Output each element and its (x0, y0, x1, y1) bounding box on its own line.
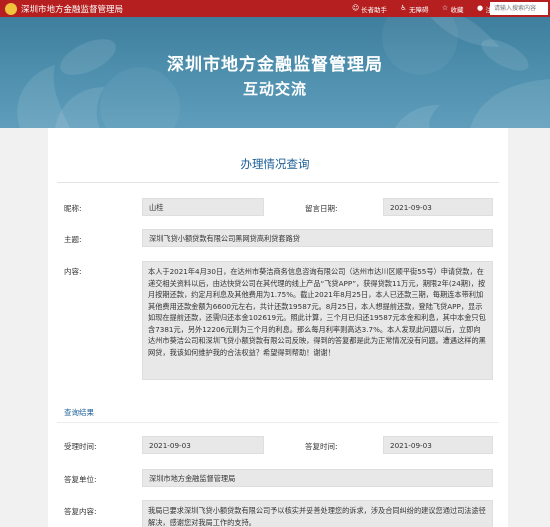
date-value: 2021-09-03 (383, 198, 493, 216)
star-icon: ☆ (441, 4, 449, 12)
site-title[interactable]: 深圳市地方金融监督管理局 (21, 3, 123, 15)
reply-unit-label: 答复单位: (64, 475, 97, 484)
reply-content-label: 答复内容: (64, 507, 97, 516)
accept-time-label: 受理时间: (64, 442, 97, 451)
favorite-label: 收藏 (450, 5, 464, 14)
favorite-link[interactable]: ☆ 收藏 (442, 4, 464, 14)
subject-value: 深圳飞贷小额贷款有限公司黑网贷高利贷套路贷 (142, 229, 493, 247)
top-bar: 深圳市地方金融监督管理局 ☺ 长者助手 ♿ 无障碍 ☆ 收藏 ● 注册 (0, 0, 550, 17)
elder-assistant-link[interactable]: ☺ 长者助手 (352, 4, 387, 14)
reply-unit-value: 深圳市地方金融监督管理局 (142, 469, 493, 487)
subject-label: 主题: (64, 235, 82, 244)
person-icon: ☺ (352, 4, 360, 12)
banner-title: 深圳市地方金融监督管理局 (167, 55, 383, 75)
result-divider (57, 422, 499, 423)
result-section-title: 查询结果 (64, 408, 94, 417)
reply-content-value: 我局已要求深圳飞贷小额贷款有限公司予以核实并妥善处理您的诉求，涉及合同纠纷的建议… (142, 500, 493, 527)
nickname-label: 昵称: (64, 204, 82, 213)
heading-divider (57, 182, 499, 183)
accessibility-link[interactable]: ♿ 无障碍 (400, 4, 429, 14)
accessibility-label: 无障碍 (409, 5, 429, 14)
user-icon: ● (476, 4, 484, 12)
banner-subtitle: 互动交流 (242, 80, 307, 98)
site-logo-emblem (5, 2, 17, 15)
elder-assistant-label: 长者助手 (361, 5, 387, 14)
content-label: 内容: (64, 267, 82, 276)
page-heading: 办理情况查询 (240, 157, 310, 171)
nickname-value: 山桂 (142, 198, 264, 216)
content-value: 本人于2021年4月30日，在达州市葵洁商务信息咨询有限公司（达州市达川区顺平街… (142, 261, 493, 380)
accept-time-value: 2021-09-03 (142, 436, 264, 454)
reply-time-value: 2021-09-03 (383, 436, 493, 454)
reply-time-label: 答复时间: (305, 442, 338, 451)
accessibility-icon: ♿ (400, 4, 407, 12)
header-banner: 深圳市地方金融监督管理局 互动交流 (0, 17, 550, 128)
search-input[interactable] (490, 2, 548, 15)
date-label: 留言日期: (305, 204, 338, 213)
topbar-links: ☺ 长者助手 ♿ 无障碍 ☆ 收藏 ● 注册 (352, 0, 499, 17)
